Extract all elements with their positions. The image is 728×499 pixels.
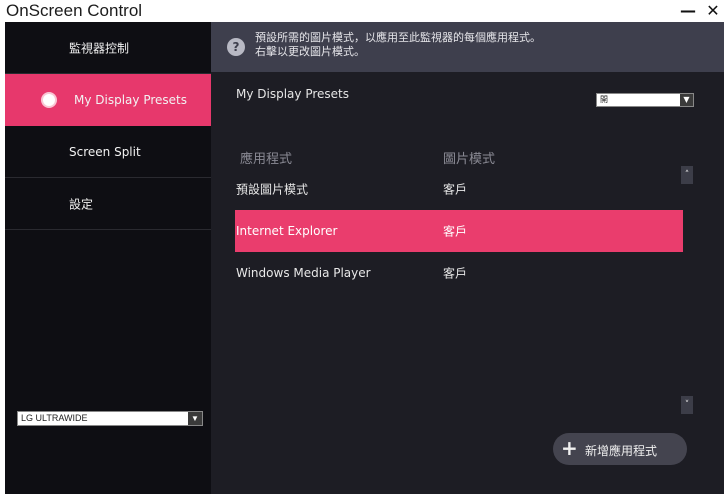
info-bar: ? 預設所需的圖片模式，以應用至此監視器的每個應用程式。 右擊以更改圖片模式。 — [211, 22, 724, 72]
chevron-down-icon[interactable]: ▼ — [680, 94, 693, 106]
add-application-label: 新增應用程式 — [585, 444, 658, 458]
app-frame: 監視器控制 My Display Presets Screen Split 設定… — [5, 22, 724, 494]
sidebar-item-label: 設定 — [69, 197, 94, 211]
row-app-name: 預設圖片模式 — [236, 182, 309, 197]
info-text: 預設所需的圖片模式，以應用至此監視器的每個應用程式。 右擊以更改圖片模式。 — [255, 31, 541, 59]
sidebar-item-label: My Display Presets — [74, 92, 187, 107]
presets-panel: My Display Presets 開 ▼ 應用程式 圖片模式 預設圖片模式 … — [211, 72, 724, 494]
presets-toggle-value: 開 — [600, 95, 608, 104]
sidebar-item-monitor-control[interactable]: 監視器控制 — [5, 22, 211, 74]
presets-toggle-select[interactable]: 開 ▼ — [596, 93, 694, 107]
plus-icon: + — [561, 436, 578, 460]
info-line-2: 右擊以更改圖片模式。 — [255, 45, 365, 58]
table-row[interactable]: Windows Media Player 客戶 — [235, 252, 683, 294]
close-button[interactable]: ✕ — [703, 2, 723, 20]
column-header-picture-mode: 圖片模式 — [443, 152, 496, 167]
app-title: OnScreen Control — [6, 1, 143, 20]
minimize-button[interactable]: — — [678, 2, 698, 20]
help-icon: ? — [227, 38, 245, 56]
add-application-button[interactable]: + 新增應用程式 — [553, 433, 687, 465]
monitor-select-value: LG ULTRAWIDE — [21, 413, 88, 423]
selected-radio-icon — [43, 93, 55, 106]
table-row[interactable]: Internet Explorer 客戶 — [235, 210, 683, 252]
info-line-1: 預設所需的圖片模式，以應用至此監視器的每個應用程式。 — [255, 31, 541, 44]
sidebar: 監視器控制 My Display Presets Screen Split 設定… — [5, 22, 211, 494]
sidebar-item-label: 監視器控制 — [69, 41, 130, 55]
monitor-select[interactable]: LG ULTRAWIDE ▼ — [17, 411, 203, 426]
column-header-app: 應用程式 — [240, 152, 293, 167]
sidebar-item-screen-split[interactable]: Screen Split — [5, 126, 211, 178]
row-picture-mode: 客戶 — [443, 182, 468, 197]
row-picture-mode: 客戶 — [443, 266, 468, 281]
sidebar-item-label: Screen Split — [69, 144, 141, 159]
sidebar-item-settings[interactable]: 設定 — [5, 178, 211, 230]
chevron-down-icon[interactable]: ▼ — [188, 412, 202, 425]
row-picture-mode: 客戶 — [443, 224, 468, 239]
scroll-down-button[interactable]: ˅ — [681, 396, 693, 414]
presets-label: My Display Presets — [236, 87, 349, 101]
row-app-name: Internet Explorer — [236, 224, 338, 238]
title-bar: OnScreen Control — ✕ — [0, 0, 728, 22]
sidebar-item-my-display-presets[interactable]: My Display Presets — [5, 74, 211, 126]
scroll-up-button[interactable]: ˄ — [681, 166, 693, 184]
table-row[interactable]: 預設圖片模式 客戶 — [235, 168, 683, 210]
row-app-name: Windows Media Player — [236, 266, 371, 280]
